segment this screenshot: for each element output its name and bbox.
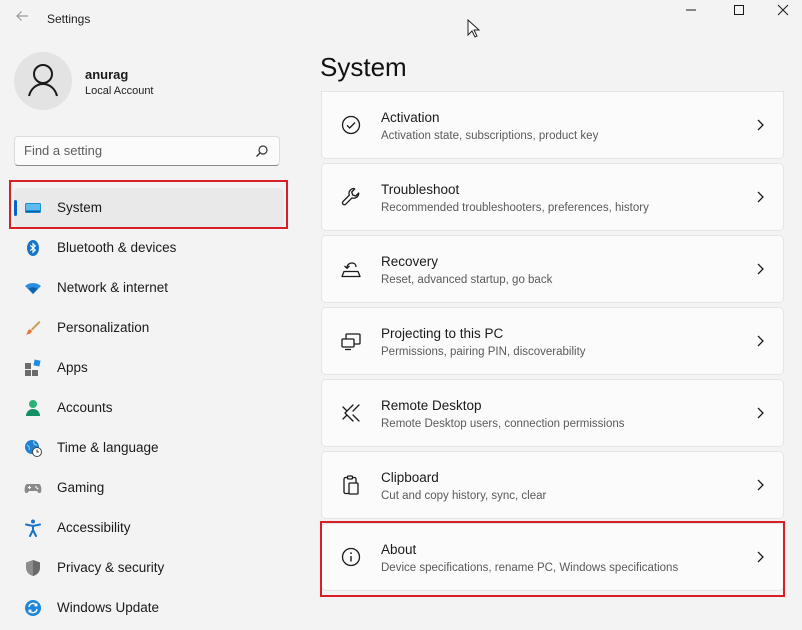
sidebar-item-label: Apps — [57, 360, 88, 375]
sidebar-item-label: Accessibility — [57, 520, 131, 535]
card-projecting-to-this-pc[interactable]: Projecting to this PC Permissions, pairi… — [321, 307, 784, 375]
sidebar-item-personalization[interactable]: Personalization — [14, 308, 284, 348]
brush-icon — [26, 321, 41, 335]
avatar[interactable] — [14, 52, 72, 110]
sidebar-item-label: Windows Update — [57, 600, 160, 615]
search-input[interactable] — [24, 143, 244, 158]
sidebar-item-privacy-security[interactable]: Privacy & security — [14, 548, 284, 588]
card-description: Permissions, pairing PIN, discoverabilit… — [381, 346, 586, 358]
accessibility-icon — [25, 519, 41, 537]
search-icon[interactable] — [255, 144, 269, 158]
update-icon — [25, 600, 41, 616]
page-title: System — [320, 52, 407, 82]
close-icon — [777, 4, 789, 16]
chevron-right-icon — [757, 263, 764, 275]
sidebar-item-label: Privacy & security — [57, 560, 165, 575]
card-description: Remote Desktop users, connection permiss… — [381, 418, 625, 430]
mouse-cursor-icon — [467, 19, 481, 38]
card-remote-desktop[interactable]: Remote Desktop Remote Desktop users, con… — [321, 379, 784, 447]
sidebar-item-label: Personalization — [57, 320, 150, 335]
chevron-right-icon — [757, 335, 764, 347]
sidebar-item-gaming[interactable]: Gaming — [14, 468, 284, 508]
sidebar-item-apps[interactable]: Apps — [14, 348, 284, 388]
card-title: Troubleshoot — [381, 182, 460, 197]
minimize-button[interactable] — [668, 0, 714, 22]
card-title: Clipboard — [381, 470, 439, 485]
check-circle-icon — [341, 115, 361, 135]
recovery-icon — [341, 262, 361, 278]
wifi-icon — [25, 283, 41, 294]
person-icon — [28, 64, 58, 97]
bluetooth-icon — [27, 240, 39, 256]
maximize-icon — [734, 5, 744, 15]
sidebar-item-label: Network & internet — [57, 280, 169, 295]
sidebar-item-network-internet[interactable]: Network & internet — [14, 268, 284, 308]
clipboard-icon — [343, 475, 359, 495]
highlight-box-about — [320, 521, 785, 597]
search-box[interactable] — [14, 136, 280, 166]
card-description: Recommended troubleshooters, preferences… — [381, 202, 649, 214]
projecting-icon — [341, 333, 361, 351]
sidebar-item-label: Bluetooth & devices — [57, 240, 177, 255]
sidebar-item-bluetooth-devices[interactable]: Bluetooth & devices — [14, 228, 284, 268]
person-icon — [26, 400, 40, 416]
shield-icon — [26, 560, 40, 576]
sidebar-item-windows-update[interactable]: Windows Update — [14, 588, 284, 628]
card-title: Remote Desktop — [381, 398, 482, 413]
card-description: Activation state, subscriptions, product… — [381, 130, 599, 142]
back-arrow-icon — [16, 11, 28, 21]
gamepad-icon — [24, 484, 42, 494]
card-description: Cut and copy history, sync, clear — [381, 490, 547, 502]
chevron-right-icon — [757, 407, 764, 419]
chevron-right-icon — [757, 119, 764, 131]
card-title: Activation — [381, 110, 440, 125]
card-activation[interactable]: Activation Activation state, subscriptio… — [321, 91, 784, 159]
card-recovery[interactable]: Recovery Reset, advanced startup, go bac… — [321, 235, 784, 303]
highlight-box-system — [9, 180, 288, 229]
maximize-button[interactable] — [716, 0, 762, 22]
globe-clock-icon — [25, 440, 42, 457]
chevron-right-icon — [757, 191, 764, 203]
apps-icon — [25, 359, 41, 376]
close-button[interactable] — [762, 0, 802, 22]
remote-desktop-icon — [342, 404, 360, 422]
card-title: Recovery — [381, 254, 439, 269]
sidebar-item-accounts[interactable]: Accounts — [14, 388, 284, 428]
app-title: Settings — [47, 12, 91, 26]
minimize-icon — [686, 9, 696, 11]
sidebar-item-accessibility[interactable]: Accessibility — [14, 508, 284, 548]
sidebar-item-label: Time & language — [57, 440, 159, 455]
title-bar: Settings — [0, 0, 802, 38]
card-clipboard[interactable]: Clipboard Cut and copy history, sync, cl… — [321, 451, 784, 519]
sidebar-item-label: Accounts — [57, 400, 113, 415]
card-troubleshoot[interactable]: Troubleshoot Recommended troubleshooters… — [321, 163, 784, 231]
sidebar-item-label: Gaming — [57, 480, 105, 495]
back-button[interactable] — [12, 9, 32, 29]
wrench-icon — [341, 187, 360, 206]
chevron-right-icon — [757, 479, 764, 491]
sidebar-nav: System Bluetooth & devices Network & int… — [14, 188, 284, 628]
sidebar-item-time-language[interactable]: Time & language — [14, 428, 284, 468]
card-title: Projecting to this PC — [381, 326, 504, 341]
settings-list: Activation Activation state, subscriptio… — [321, 91, 784, 595]
user-name: anurag — [85, 67, 129, 82]
account-type: Local Account — [85, 85, 154, 97]
card-description: Reset, advanced startup, go back — [381, 274, 553, 286]
